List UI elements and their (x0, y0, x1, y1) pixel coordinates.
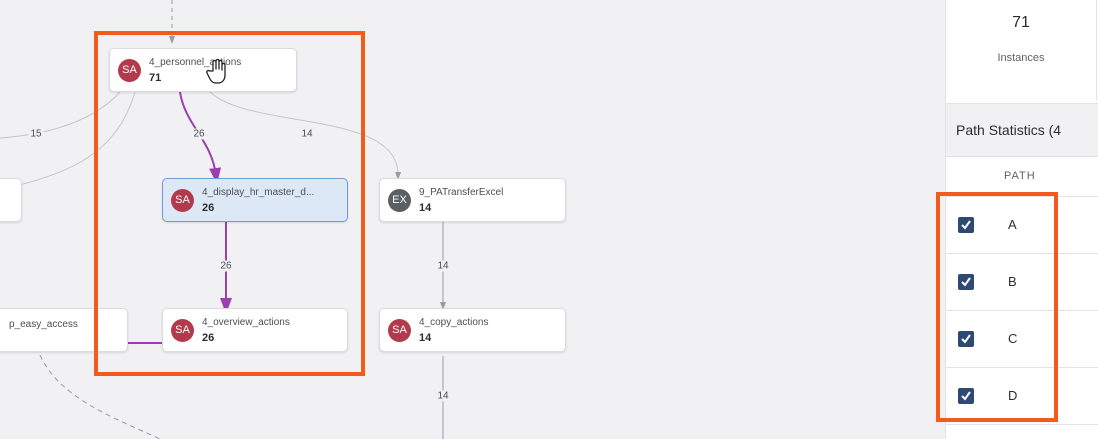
instances-label: Instances (997, 52, 1045, 64)
panel-divider (1096, 0, 1097, 100)
statistics-panel: 71 Instances Path Statistics (4 PATH A B… (936, 0, 1098, 439)
system-action-badge: SA (388, 319, 411, 342)
instances-value: 71 (1012, 14, 1030, 31)
path-column-header[interactable]: PATH (946, 156, 1098, 197)
node-count: 14 (419, 202, 432, 214)
edge-label-n3-n5: 14 (435, 260, 451, 272)
edge-label-n5-down: 14 (435, 390, 451, 402)
process-map-canvas[interactable]: 15 26 14 26 14 14 p_easy_access SA 4_per… (0, 0, 945, 439)
node-name: 4_copy_actions (419, 317, 489, 328)
node-name: 9_PATransferExcel (419, 187, 504, 198)
path-statistics-title: Path Statistics (4 (956, 122, 1062, 138)
process-node-offscreen[interactable] (0, 178, 22, 222)
path-highlight-box (94, 31, 365, 376)
process-node-copy-actions[interactable]: SA 4_copy_actions 14 (379, 308, 566, 352)
node-count: 14 (419, 332, 432, 344)
process-node-patransfer-excel[interactable]: EX 9_PATransferExcel 14 (379, 178, 566, 222)
excel-badge: EX (388, 189, 411, 212)
path-statistics-header: Path Statistics (4 (946, 103, 1098, 157)
checkbox-highlight-box (936, 192, 1058, 422)
edge-label-15: 15 (28, 128, 44, 140)
node-name: p_easy_access (9, 319, 78, 330)
path-column-label: PATH (1004, 170, 1036, 182)
